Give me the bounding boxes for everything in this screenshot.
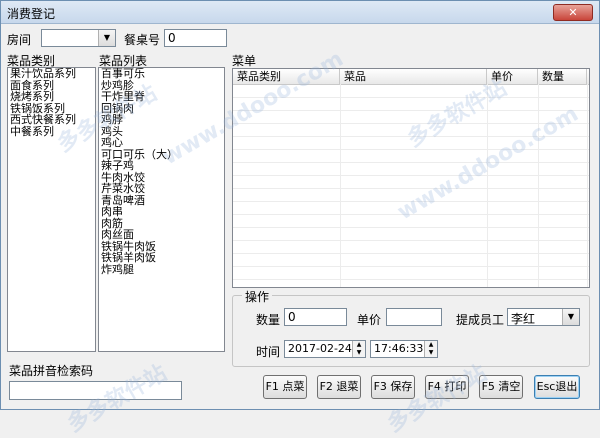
column-header-quantity[interactable]: 数量 [538, 69, 587, 84]
table-label: 餐桌号 [124, 33, 161, 47]
grid-row-line [233, 97, 589, 98]
date-picker[interactable]: 2017-02-24 ▲ ▼ [284, 340, 366, 358]
grid-column-line [487, 84, 488, 287]
date-value: 2017-02-24 [288, 342, 352, 355]
pinyin-search-input[interactable] [9, 381, 182, 400]
category-list[interactable]: 果汁饮品系列 面食系列 烧烤系列 铁锅饭系列 西式快餐系列 中餐系列 [7, 67, 96, 352]
chevron-down-icon[interactable]: ▼ [98, 30, 115, 46]
category-list-item[interactable]: 果汁饮品系列 [8, 68, 95, 80]
grid-row-line [233, 279, 589, 280]
chevron-down-icon[interactable]: ▼ [562, 309, 579, 325]
grid-row-line [233, 227, 589, 228]
grid-row-line [233, 266, 589, 267]
grid-row-line [233, 123, 589, 124]
dish-list-item[interactable]: 肉丝面 [99, 229, 224, 241]
staff-label: 提成员工 [456, 313, 505, 327]
return-button[interactable]: F2 退菜 [317, 375, 361, 399]
exit-button[interactable]: Esc退出 [534, 375, 580, 399]
column-header-price[interactable]: 单价 [487, 69, 538, 84]
dish-list-item[interactable]: 鸡脖 [99, 114, 224, 126]
column-header-dish[interactable]: 菜品 [340, 69, 487, 84]
grid-row-line [233, 110, 589, 111]
quantity-label: 数量 [256, 313, 281, 327]
time-value: 17:46:33 [374, 342, 424, 355]
spin-arrows-icon[interactable]: ▲ ▼ [352, 341, 365, 357]
clear-button[interactable]: F5 清空 [479, 375, 523, 399]
staff-select[interactable]: 李红 ▼ [507, 308, 580, 326]
menu-grid-header: 菜品类别 菜品 单价 数量 [233, 69, 589, 85]
grid-row-line [233, 175, 589, 176]
menu-label: 菜单 [232, 54, 257, 68]
quantity-input[interactable]: 0 [284, 308, 347, 326]
menu-grid[interactable]: 菜品类别 菜品 单价 数量 [232, 68, 590, 288]
dish-list-item[interactable]: 炸鸡腿 [99, 263, 224, 276]
time-label: 时间 [256, 345, 281, 359]
price-input[interactable] [386, 308, 442, 326]
dish-list-item[interactable]: 铁锅羊肉饭 [99, 252, 224, 264]
grid-row-line [233, 149, 589, 150]
column-header-category[interactable]: 菜品类别 [233, 69, 340, 84]
price-label: 单价 [357, 313, 382, 327]
staff-value: 李红 [511, 312, 536, 326]
category-list-item[interactable]: 烧烤系列 [8, 91, 95, 103]
grid-row-line [233, 240, 589, 241]
grid-row-line [233, 188, 589, 189]
dish-list-item[interactable]: 芹菜水饺 [99, 183, 224, 195]
grid-column-line [538, 84, 539, 287]
dish-list-item[interactable]: 肉串 [99, 206, 224, 218]
dish-list-item[interactable]: 鸡心 [99, 137, 224, 149]
grid-row-line [233, 201, 589, 202]
category-list-item[interactable]: 西式快餐系列 [8, 114, 95, 126]
dish-list-item[interactable]: 百事可乐 [99, 68, 224, 80]
print-button[interactable]: F4 打印 [425, 375, 469, 399]
order-button[interactable]: F1 点菜 [263, 375, 307, 399]
category-list-item[interactable]: 中餐系列 [8, 125, 95, 138]
close-icon: ✕ [568, 6, 578, 19]
dish-list-item[interactable]: 干炸里脊 [99, 91, 224, 103]
close-button[interactable]: ✕ [553, 4, 593, 21]
title-bar: 消费登记 ✕ [1, 1, 599, 24]
grid-column-line [587, 84, 588, 287]
spin-arrows-icon[interactable]: ▲ ▼ [424, 341, 437, 357]
consumption-window: 消费登记 ✕ 房间 ▼ 餐桌号 0 菜品类别 果汁饮品系列 面食系列 烧烤系列 铁锅饭… [0, 0, 600, 437]
time-picker[interactable]: 17:46:33 ▲ ▼ [370, 340, 438, 358]
grid-column-line [340, 84, 341, 287]
save-button[interactable]: F3 保存 [371, 375, 415, 399]
dish-list[interactable]: 百事可乐 炒鸡胗 干炸里脊 回锅肉 鸡脖 鸡头 鸡心 可口可乐（大） 辣子鸡 牛肉水饺 芹菜水饺 青岛… [98, 67, 225, 352]
dish-list-item[interactable]: 辣子鸡 [99, 160, 224, 172]
grid-row-line [233, 214, 589, 215]
table-number-input[interactable]: 0 [164, 29, 227, 47]
grid-row-line [233, 136, 589, 137]
search-label: 菜品拼音检索码 [9, 364, 94, 378]
window-title: 消费登记 [7, 7, 56, 21]
grid-row-line [233, 253, 589, 254]
grid-row-line [233, 162, 589, 163]
room-label: 房间 [7, 33, 32, 47]
room-select[interactable]: ▼ [41, 29, 116, 47]
operation-group-title: 操作 [242, 288, 273, 305]
